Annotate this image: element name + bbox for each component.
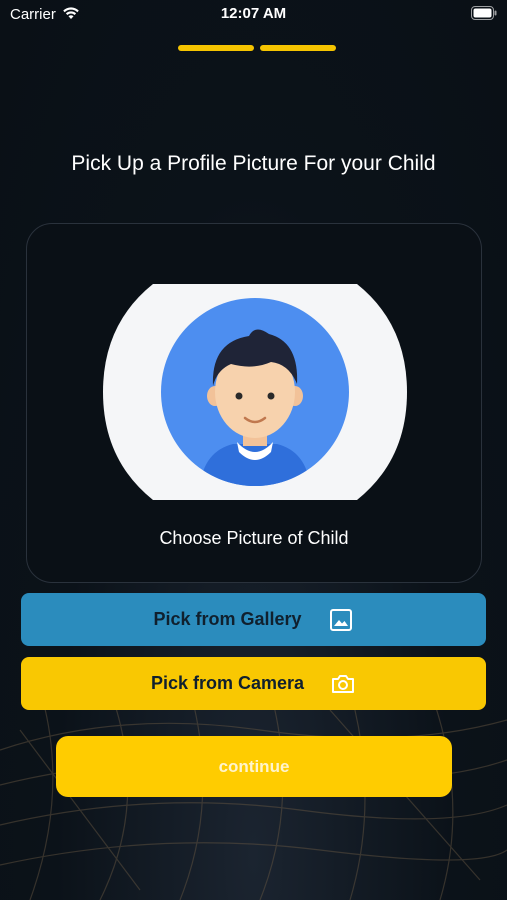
picture-card[interactable]: Choose Picture of Child (26, 223, 482, 583)
status-bar: Carrier 12:07 AM (0, 0, 507, 30)
image-icon (329, 608, 352, 631)
battery-icon (471, 6, 497, 20)
card-caption: Choose Picture of Child (159, 528, 349, 548)
pick-from-camera-button[interactable]: Pick from Camera (21, 657, 486, 710)
camera-button-label: Pick from Camera (150, 673, 305, 693)
pick-from-gallery-button[interactable]: Pick from Gallery (21, 593, 486, 646)
status-time: 12:07 AM (220, 5, 287, 22)
step-progress-indicator (178, 45, 336, 51)
progress-step (260, 45, 336, 51)
progress-step (178, 45, 254, 51)
continue-button[interactable]: continue (56, 736, 452, 797)
child-avatar-icon[interactable] (103, 284, 407, 500)
page-title: Pick Up a Profile Picture For your Child (71, 152, 436, 175)
camera-icon (332, 674, 355, 693)
profile-picture-screen: Carrier 12:07 AM Pick Up a Profile Pictu… (0, 0, 507, 900)
gallery-button-label: Pick from Gallery (153, 609, 302, 629)
